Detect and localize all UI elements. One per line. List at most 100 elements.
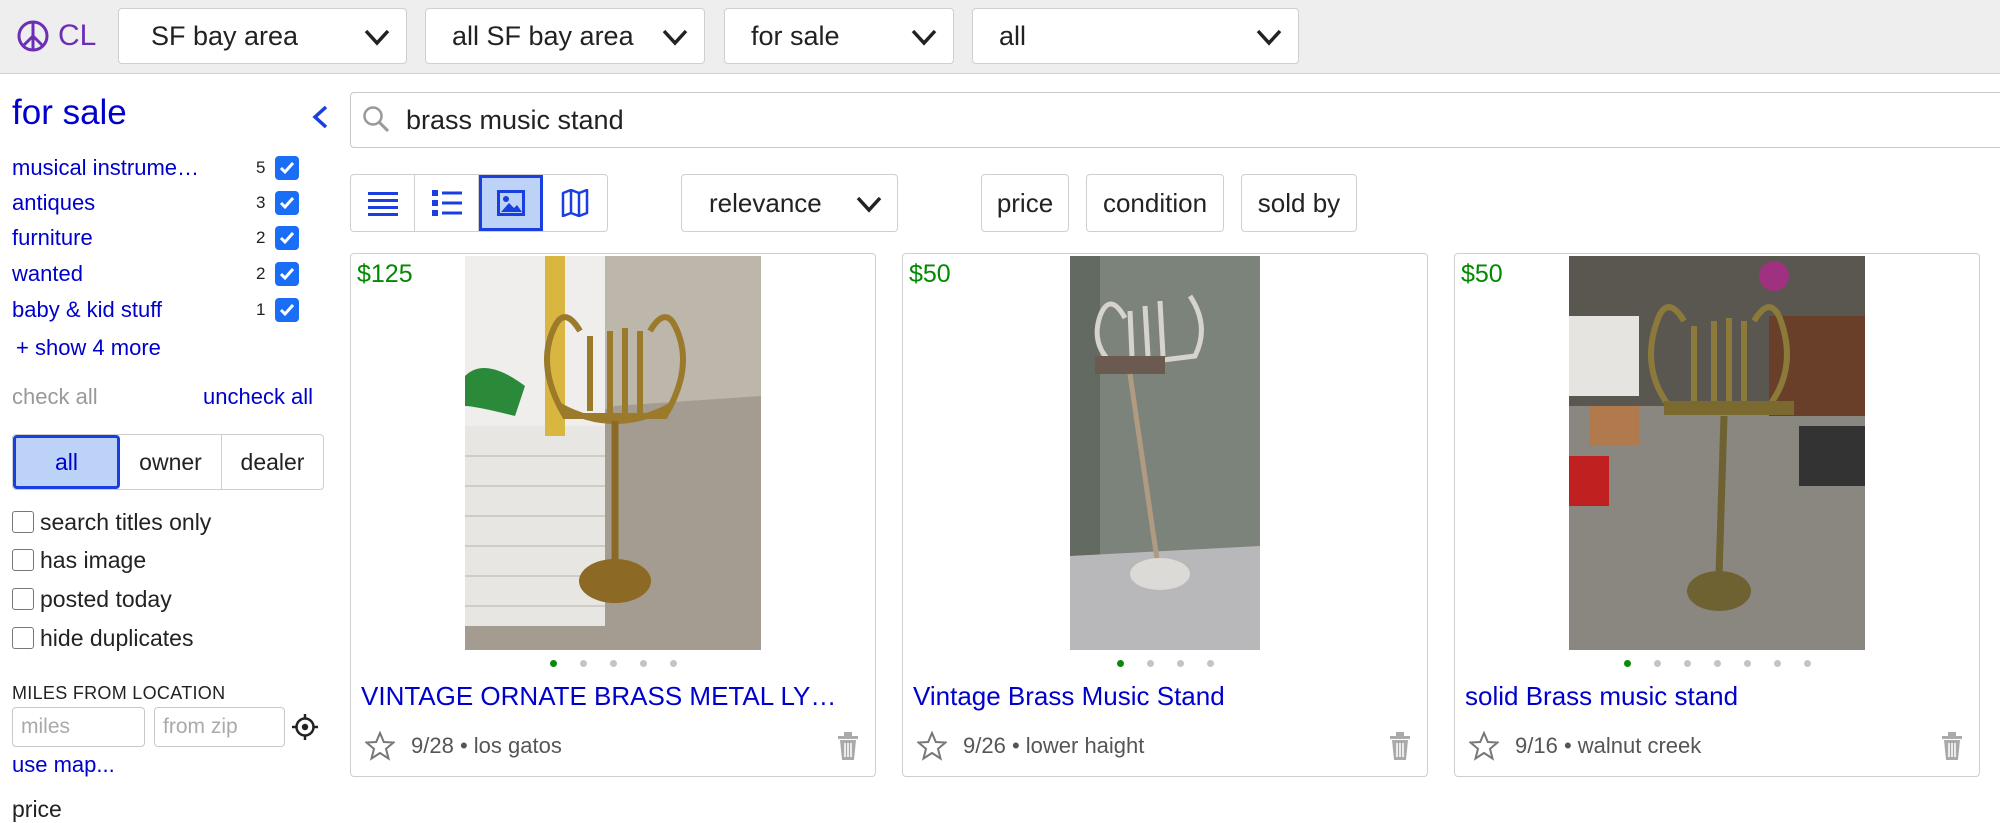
check-all-link[interactable]: check all xyxy=(12,384,98,410)
star-icon[interactable] xyxy=(365,731,395,761)
category-filter[interactable]: furniture 2 xyxy=(12,222,302,254)
image-icon xyxy=(497,190,525,216)
carousel-dot[interactable] xyxy=(1146,660,1154,667)
listing-photo[interactable] xyxy=(465,256,761,650)
carousel-dot[interactable] xyxy=(669,660,677,667)
category-filter[interactable]: baby & kid stuff 1 xyxy=(12,294,302,326)
listing-title[interactable]: solid Brass music stand xyxy=(1465,681,1965,712)
carousel-dot[interactable] xyxy=(1653,660,1661,667)
carousel-dot[interactable] xyxy=(1116,660,1124,667)
category-label[interactable]: antiques xyxy=(12,190,227,216)
category-label[interactable]: furniture xyxy=(12,225,227,251)
listing-title[interactable]: VINTAGE ORNATE BRASS METAL LY… xyxy=(361,681,861,712)
listing-meta: 9/28 • los gatos xyxy=(365,731,562,761)
seller-dealer-button[interactable]: dealer xyxy=(222,435,323,489)
miles-input[interactable]: miles xyxy=(12,707,145,747)
listing-meta: 9/16 • walnut creek xyxy=(1469,731,1701,761)
chevron-down-icon xyxy=(856,196,882,213)
zip-input[interactable]: from zip xyxy=(154,707,285,747)
result-card[interactable]: $125 VINTAGE ORNATE BRASS METAL LY… 9/28… xyxy=(350,253,876,777)
list-view-button[interactable] xyxy=(351,175,415,231)
condition-filter-button[interactable]: condition xyxy=(1086,174,1224,232)
price-filter-button[interactable]: price xyxy=(981,174,1069,232)
trash-icon[interactable] xyxy=(1389,732,1411,760)
subarea-dropdown[interactable]: all SF bay area xyxy=(425,8,705,64)
area-dropdown-label: SF bay area xyxy=(151,20,299,51)
subcategory-dropdown[interactable]: all xyxy=(972,8,1299,64)
category-dropdown-label: for sale xyxy=(751,20,840,51)
carousel-dot[interactable] xyxy=(1623,660,1631,667)
category-label[interactable]: musical instrume… xyxy=(12,155,227,181)
category-label[interactable]: wanted xyxy=(12,261,227,287)
carousel-dot[interactable] xyxy=(1683,660,1691,667)
listing-title[interactable]: Vintage Brass Music Stand xyxy=(913,681,1413,712)
listing-meta: 9/26 • lower haight xyxy=(917,731,1144,761)
category-checkbox[interactable] xyxy=(275,191,299,215)
sold-by-filter-button[interactable]: sold by xyxy=(1241,174,1357,232)
carousel-dot[interactable] xyxy=(549,660,557,667)
star-icon[interactable] xyxy=(1469,731,1499,761)
bullet-list-icon xyxy=(431,190,462,216)
category-checkbox[interactable] xyxy=(275,156,299,180)
trash-icon[interactable] xyxy=(837,732,859,760)
category-dropdown[interactable]: for sale xyxy=(724,8,954,64)
carousel-dot[interactable] xyxy=(1803,660,1811,667)
carousel-dot[interactable] xyxy=(1743,660,1751,667)
collapse-chevron-icon[interactable] xyxy=(310,104,330,130)
subcategory-dropdown-label: all xyxy=(999,20,1027,51)
meta-separator: • xyxy=(1557,733,1578,758)
area-dropdown[interactable]: SF bay area xyxy=(118,8,407,64)
checkmark-icon xyxy=(279,232,295,245)
show-more-link[interactable]: + show 4 more xyxy=(16,335,161,361)
peace-icon xyxy=(17,20,49,52)
trash-icon[interactable] xyxy=(1941,732,1963,760)
carousel-dot[interactable] xyxy=(1713,660,1721,667)
seller-type-toggle: all owner dealer xyxy=(12,434,324,490)
seller-owner-button[interactable]: owner xyxy=(120,435,222,489)
category-checkbox[interactable] xyxy=(275,298,299,322)
carousel-dot[interactable] xyxy=(609,660,617,667)
sort-dropdown[interactable]: relevance xyxy=(681,174,898,232)
carousel-dot[interactable] xyxy=(1206,660,1214,667)
category-filter[interactable]: antiques 3 xyxy=(12,187,302,219)
listing-photo[interactable] xyxy=(1070,256,1260,650)
sidebar-title[interactable]: for sale xyxy=(12,93,127,133)
category-filter[interactable]: musical instrume… 5 xyxy=(12,152,302,184)
checkbox[interactable] xyxy=(12,627,34,649)
listing-price: $125 xyxy=(357,260,413,288)
result-card[interactable]: $50 solid Brass music stand 9/16 • walnu… xyxy=(1454,253,1980,777)
thumb-list-view-button[interactable] xyxy=(415,175,479,231)
craigslist-logo[interactable]: CL xyxy=(16,14,96,58)
category-label[interactable]: baby & kid stuff xyxy=(12,297,227,323)
listing-photo[interactable] xyxy=(1569,256,1865,650)
search-titles-only-option[interactable]: search titles only xyxy=(12,507,211,537)
map-view-button[interactable] xyxy=(543,175,607,231)
checkmark-icon xyxy=(279,268,295,281)
carousel-dot[interactable] xyxy=(639,660,647,667)
view-mode-toggle xyxy=(350,174,608,232)
checkbox[interactable] xyxy=(12,549,34,571)
seller-all-button[interactable]: all xyxy=(13,435,120,489)
checkbox[interactable] xyxy=(12,511,34,533)
search-input[interactable]: brass music stand xyxy=(350,92,2000,148)
checkbox[interactable] xyxy=(12,588,34,610)
category-count: 2 xyxy=(256,228,266,247)
carousel-dot[interactable] xyxy=(1176,660,1184,667)
category-filter[interactable]: wanted 2 xyxy=(12,258,302,290)
category-checkbox[interactable] xyxy=(275,262,299,286)
carousel-dot[interactable] xyxy=(1773,660,1781,667)
uncheck-all-link[interactable]: uncheck all xyxy=(203,384,313,410)
category-checkbox[interactable] xyxy=(275,226,299,250)
carousel-dot[interactable] xyxy=(579,660,587,667)
star-icon[interactable] xyxy=(917,731,947,761)
result-card[interactable]: $50 Vintage Brass Music Stand 9/26 • low… xyxy=(902,253,1428,777)
meta-separator: • xyxy=(453,733,474,758)
use-map-link[interactable]: use map... xyxy=(12,752,115,778)
listing-location: los gatos xyxy=(473,733,562,758)
has-image-option[interactable]: has image xyxy=(12,545,146,575)
price-filter-heading: price xyxy=(12,796,62,822)
hide-duplicates-option[interactable]: hide duplicates xyxy=(12,623,193,653)
locate-me-icon[interactable] xyxy=(291,713,319,741)
gallery-view-button[interactable] xyxy=(479,175,543,231)
posted-today-option[interactable]: posted today xyxy=(12,584,172,614)
